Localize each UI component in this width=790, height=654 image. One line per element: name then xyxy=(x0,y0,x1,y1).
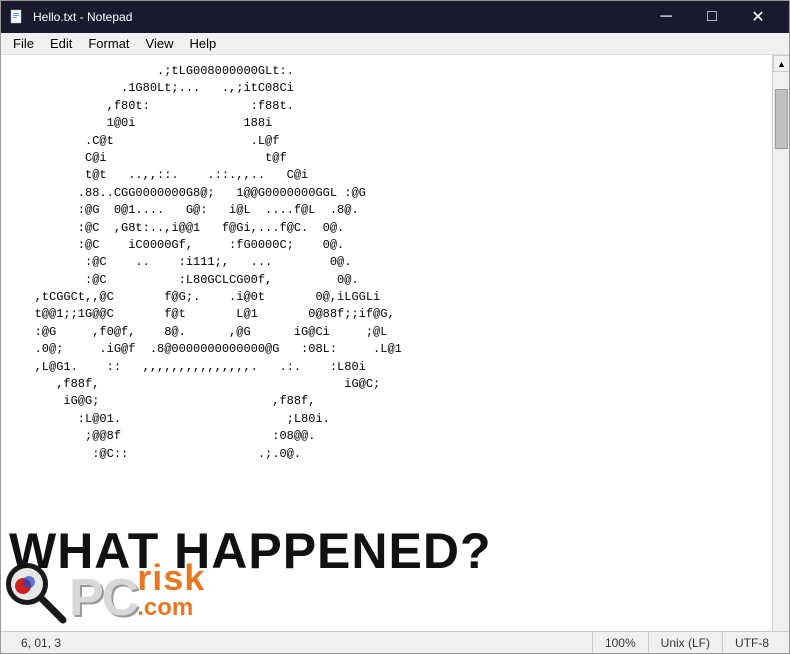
cursor-position: 6, 01, 3 xyxy=(9,632,593,653)
notepad-window: Hello.txt - Notepad ─ □ ✕ File Edit Form… xyxy=(0,0,790,654)
cursor-label: 6, 01, 3 xyxy=(21,636,61,650)
minimize-button[interactable]: ─ xyxy=(643,1,689,33)
menu-edit[interactable]: Edit xyxy=(42,34,80,53)
menu-format[interactable]: Format xyxy=(80,34,137,53)
zoom-level: 100% xyxy=(593,632,649,653)
vertical-scrollbar[interactable]: ▲ xyxy=(772,55,789,631)
menu-view[interactable]: View xyxy=(138,34,182,53)
close-button[interactable]: ✕ xyxy=(735,1,781,33)
encoding: UTF-8 xyxy=(723,632,781,653)
status-bar: 6, 01, 3 100% Unix (LF) UTF-8 xyxy=(1,631,789,653)
scroll-thumb[interactable] xyxy=(775,89,788,149)
window-title: Hello.txt - Notepad xyxy=(33,10,132,24)
line-ending-value: Unix (LF) xyxy=(661,636,710,650)
maximize-button[interactable]: □ xyxy=(689,1,735,33)
notepad-icon xyxy=(9,9,25,25)
menu-file[interactable]: File xyxy=(5,34,42,53)
editor-text[interactable]: .;tLG008000000GLt:. .1G80Lt;... .,;itC08… xyxy=(1,55,772,631)
menu-bar: File Edit Format View Help xyxy=(1,33,789,55)
line-ending: Unix (LF) xyxy=(649,632,723,653)
scroll-up-arrow[interactable]: ▲ xyxy=(773,55,789,72)
title-bar-left: Hello.txt - Notepad xyxy=(9,9,132,25)
zoom-value: 100% xyxy=(605,636,636,650)
title-bar: Hello.txt - Notepad ─ □ ✕ xyxy=(1,1,789,33)
window-controls: ─ □ ✕ xyxy=(643,1,781,33)
encoding-value: UTF-8 xyxy=(735,636,769,650)
editor-container: .;tLG008000000GLt:. .1G80Lt;... .,;itC08… xyxy=(1,55,789,631)
menu-help[interactable]: Help xyxy=(181,34,224,53)
